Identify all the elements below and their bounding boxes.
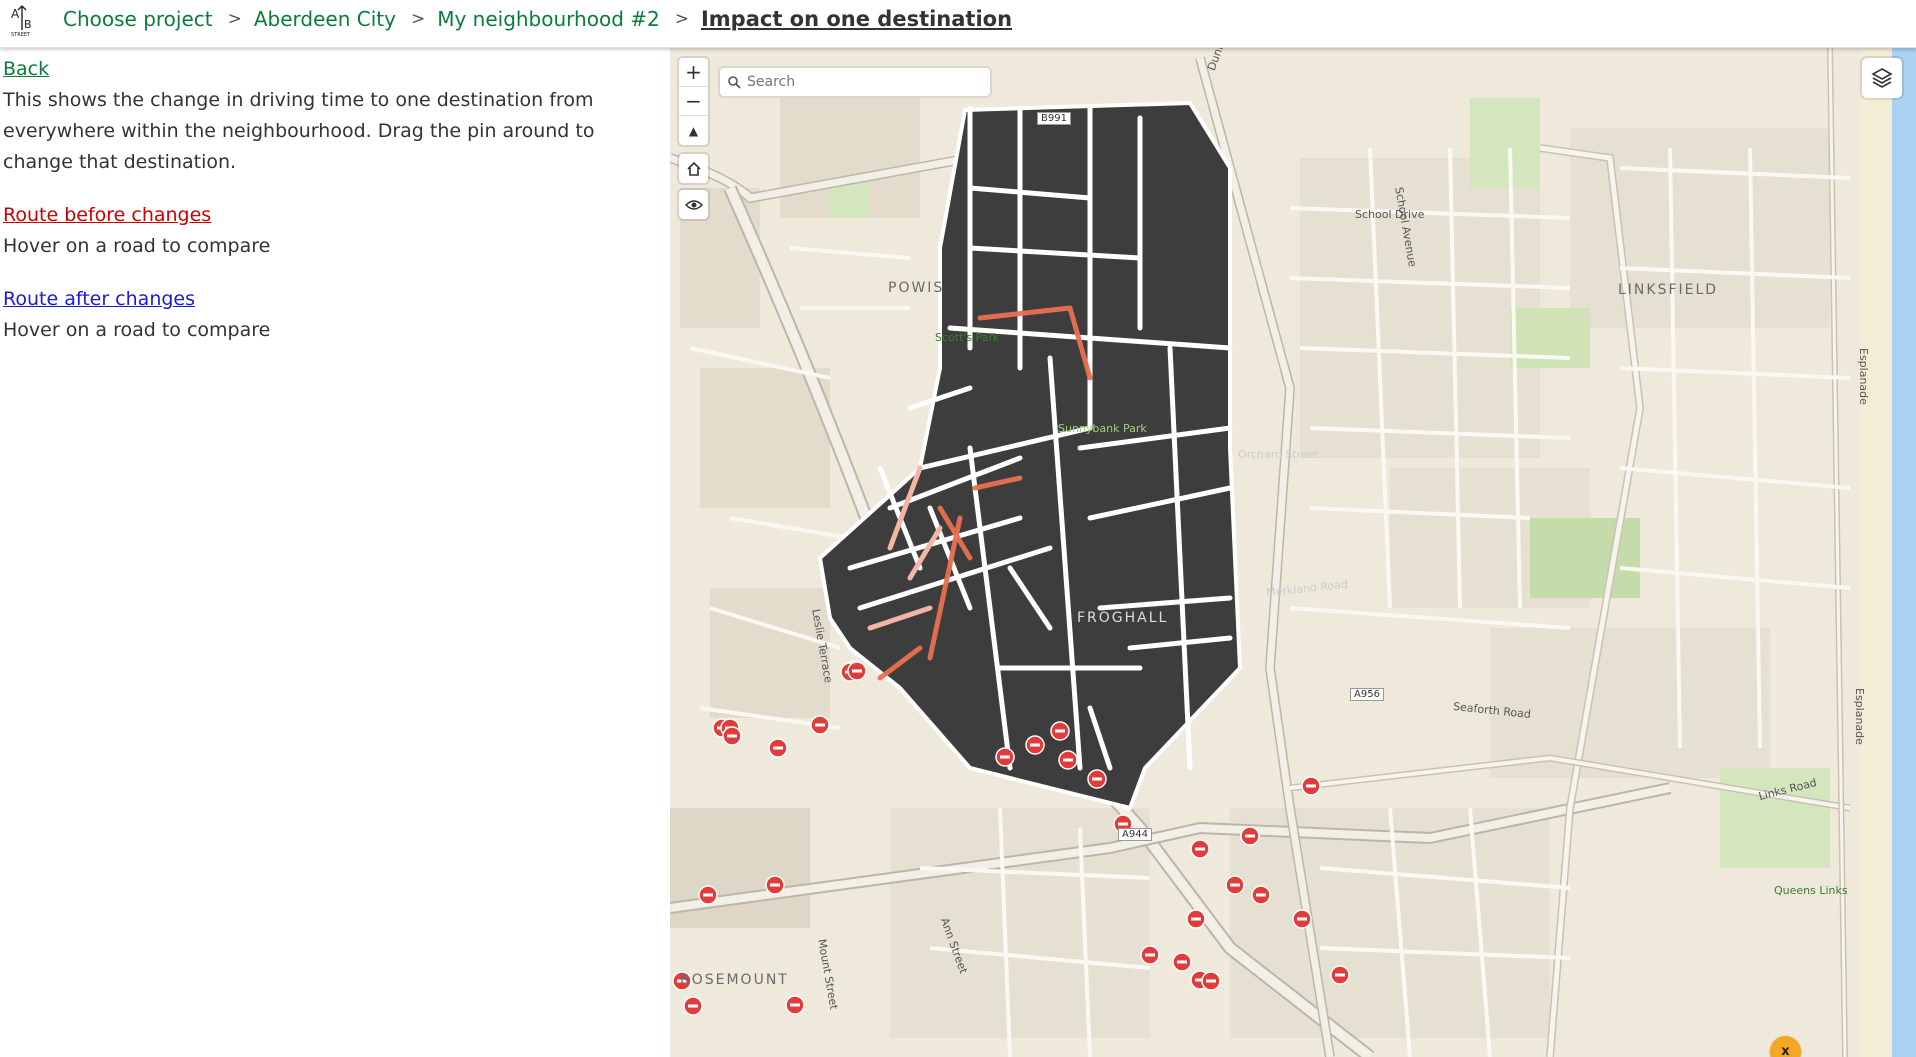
map-label-scotts-park: Scott's Park [935, 331, 1000, 344]
search-box[interactable] [720, 68, 990, 96]
breadcrumb-aberdeen-city[interactable]: Aberdeen City [254, 7, 396, 31]
map-label-froghall: FROGHALL [1077, 610, 1169, 626]
top-bar: A B STREET Choose project > Aberdeen Cit… [0, 0, 1916, 48]
route-before-link[interactable]: Route before changes [3, 200, 211, 231]
breadcrumb: Choose project > Aberdeen City > My neig… [63, 7, 1012, 31]
search-input[interactable] [747, 74, 977, 90]
layers-icon [1871, 68, 1893, 88]
map-label-orchard-street: Orchard Street [1238, 448, 1319, 461]
compass-button[interactable]: ▲ [679, 116, 708, 145]
svg-text:B: B [24, 18, 32, 31]
layers-button[interactable] [1862, 58, 1902, 98]
map-label-rosemount: ROSEMOUNT [680, 972, 789, 988]
map-label-esplanade: Esplanade [1853, 688, 1866, 745]
breadcrumb-separator: > [410, 9, 426, 29]
map-label-queens-links: Queens Links [1774, 884, 1848, 897]
sidebar: Back This shows the change in driving ti… [0, 48, 670, 1057]
map-basemap [670, 48, 1916, 1057]
abstreet-logo[interactable]: A B STREET [9, 4, 35, 38]
map-canvas[interactable]: POWIS LINKSFIELD FROGHALL ROSEMOUNT Scot… [670, 48, 1916, 1057]
map-label-esplanade: Esplanade [1857, 348, 1870, 405]
home-icon [686, 161, 701, 176]
map-label-powis: POWIS [888, 280, 945, 296]
eye-icon [684, 199, 703, 210]
intro-text: This shows the change in driving time to… [3, 89, 595, 173]
navigation-control: + − ▲ [679, 58, 708, 145]
breadcrumb-neighbourhood[interactable]: My neighbourhood #2 [437, 7, 660, 31]
home-button[interactable] [679, 154, 708, 183]
breadcrumb-choose-project[interactable]: Choose project [63, 7, 213, 31]
back-link[interactable]: Back [3, 54, 49, 85]
map-label-linksfield: LINKSFIELD [1618, 282, 1719, 298]
road-shield-b991: B991 [1037, 112, 1071, 125]
road-shield-a944: A944 [1118, 828, 1152, 841]
eye-button[interactable] [679, 190, 708, 219]
breadcrumb-separator: > [674, 9, 689, 29]
home-control [679, 154, 708, 183]
map-label-school-drive: School Drive [1355, 208, 1425, 221]
svg-text:STREET: STREET [11, 32, 31, 38]
map-label-sunnybank-park: Sunnybank Park [1058, 422, 1147, 435]
zoom-out-button[interactable]: − [679, 87, 708, 116]
zoom-in-button[interactable]: + [679, 58, 708, 87]
visibility-control [679, 190, 708, 219]
search-icon [728, 75, 741, 89]
route-after-link[interactable]: Route after changes [3, 284, 195, 315]
route-after-hint: Hover on a road to compare [3, 319, 271, 341]
route-before-hint: Hover on a road to compare [3, 235, 271, 257]
breadcrumb-separator: > [227, 9, 242, 29]
road-shield-a956: A956 [1350, 688, 1384, 701]
page-title: Impact on one destination [700, 7, 1013, 31]
